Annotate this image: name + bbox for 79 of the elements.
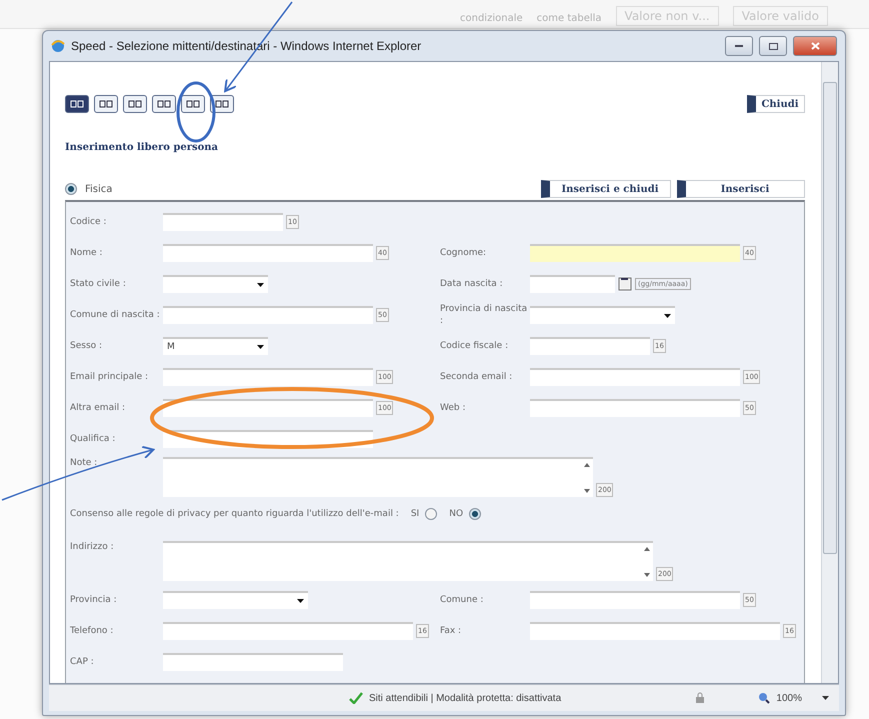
radio-button[interactable] (469, 508, 482, 520)
maximize-icon (768, 42, 778, 50)
field-label: Data nascita : (440, 278, 504, 290)
close-button[interactable] (793, 36, 837, 56)
maximize-button[interactable] (759, 36, 787, 56)
radio-button[interactable] (425, 508, 438, 520)
calendar-icon[interactable] (618, 276, 632, 290)
zoom-icon (758, 692, 770, 704)
lock-icon[interactable] (694, 692, 706, 704)
field-label: Indirizzo : (70, 541, 115, 553)
text-field[interactable] (530, 590, 740, 608)
field-label: Qualifica : (70, 432, 116, 444)
field-label: Seconda email : (440, 370, 514, 382)
field-label: Provincia : (70, 594, 118, 606)
insert-button[interactable]: Inserisci (677, 180, 805, 198)
text-field[interactable] (163, 398, 373, 416)
dropdown[interactable] (163, 274, 268, 292)
caret-icon (297, 598, 304, 602)
browser-logo-icon (51, 39, 65, 53)
field-label: Comune : (440, 594, 484, 606)
date-field[interactable] (530, 274, 615, 292)
radio-label: SI (410, 509, 420, 519)
field-label: Provincia di nascita : (440, 302, 528, 326)
text-field[interactable] (163, 244, 373, 262)
check-icon (349, 692, 363, 704)
scrollbar[interactable] (821, 62, 838, 683)
minimize-icon (735, 44, 743, 48)
radio-button[interactable] (65, 183, 77, 195)
caret-icon (664, 314, 671, 318)
field-label: Fax : (440, 624, 462, 636)
toolbar-icon[interactable] (181, 95, 205, 113)
field-label: Nome : (70, 246, 104, 258)
field-label: Comune di nascita : (70, 308, 161, 320)
text-field[interactable] (530, 622, 780, 640)
radio-label: Fisica (85, 184, 112, 194)
scroll-down-icon[interactable] (644, 573, 650, 577)
field-label: Sesso : (70, 340, 104, 352)
text-field[interactable] (530, 398, 740, 416)
scroll-down-icon[interactable] (584, 489, 590, 493)
field-label: Web : (440, 402, 467, 414)
consent-text: Consenso alle regole di privacy per quanto riguarda l'utilizzo dell'e-mail : (70, 509, 399, 519)
zoom-level[interactable]: 100% (776, 692, 802, 704)
field-label: Codice fiscale : (440, 340, 510, 352)
toolbar-icon[interactable] (152, 95, 176, 113)
text-field[interactable] (163, 212, 283, 230)
field-label: Note : (70, 457, 98, 469)
scroll-up-icon[interactable] (644, 547, 650, 551)
caret-icon[interactable] (822, 696, 829, 700)
security-status: Siti attendibili | Modalità protetta: disattivata (369, 692, 562, 704)
close-icon (810, 42, 820, 50)
annotation-circle (176, 82, 216, 142)
text-field[interactable] (163, 622, 413, 640)
text-field[interactable] (530, 336, 650, 354)
caret-icon (257, 282, 264, 286)
text-field[interactable] (163, 306, 373, 324)
text-field[interactable] (530, 244, 740, 262)
dropdown[interactable] (530, 306, 675, 324)
text-field[interactable] (163, 652, 343, 670)
field-label: Email principale : (70, 370, 150, 382)
section-title: Inserimento libero persona (65, 142, 220, 153)
toolbar-icon[interactable] (123, 95, 147, 113)
field-label: Telefono : (70, 624, 114, 636)
field-label: Altra email : (70, 402, 126, 414)
dropdown[interactable] (163, 590, 308, 608)
field-label: Codice : (70, 216, 108, 228)
caret-icon (257, 344, 264, 348)
close-form-button[interactable]: Chiudi (747, 95, 805, 113)
field-label: Cognome: (440, 246, 488, 258)
scroll-up-icon[interactable] (584, 463, 590, 467)
field-label: Stato civile : (70, 278, 127, 290)
text-field[interactable] (163, 368, 373, 386)
field-label: CAP : (70, 656, 95, 668)
insert-and-close-button[interactable]: Inserisci e chiudi (541, 180, 671, 198)
minimize-button[interactable] (725, 36, 753, 56)
dropdown[interactable]: M (163, 336, 268, 354)
toolbar-icon[interactable] (65, 95, 89, 113)
text-field[interactable] (530, 368, 740, 386)
toolbar-icon[interactable] (94, 95, 118, 113)
radio-label: NO (449, 509, 464, 519)
